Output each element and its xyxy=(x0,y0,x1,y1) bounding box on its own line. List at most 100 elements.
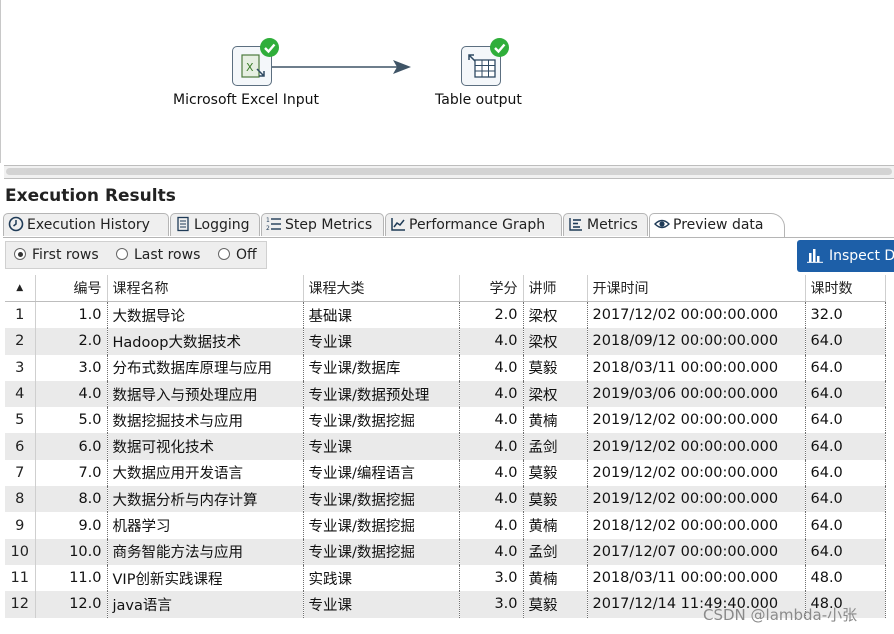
table-cell[interactable]: Hadoop大数据技术 xyxy=(107,328,304,355)
table-cell[interactable]: 2018/12/02 00:00:00.000 xyxy=(587,512,806,539)
column-header[interactable]: 开课时间 xyxy=(587,275,806,302)
table-cell[interactable]: 5.0 xyxy=(35,407,108,434)
table-cell[interactable]: 64.0 xyxy=(805,407,886,434)
column-header[interactable]: 编号 xyxy=(35,275,108,302)
table-cell[interactable]: 莫毅 xyxy=(523,354,588,381)
table-cell[interactable]: 专业课/数据库 xyxy=(303,354,460,381)
table-cell[interactable]: 3.0 xyxy=(459,564,524,592)
row-number[interactable]: 3 xyxy=(5,354,36,381)
column-header[interactable]: 讲师 xyxy=(523,275,588,302)
table-cell[interactable]: 梁权 xyxy=(523,301,588,329)
table-cell[interactable]: 64.0 xyxy=(805,512,886,539)
table-cell[interactable]: 7.0 xyxy=(35,459,108,487)
table-cell[interactable]: 10.0 xyxy=(35,538,108,565)
table-cell[interactable]: 64.0 xyxy=(805,538,886,565)
row-number[interactable]: 4 xyxy=(5,380,36,408)
table-cell[interactable]: 3.0 xyxy=(35,354,108,381)
table-cell[interactable]: 专业课 xyxy=(303,433,460,460)
table-cell[interactable]: 黄楠 xyxy=(523,407,588,434)
table-row[interactable]: 5 5.0 数据挖掘技术与应用 专业课/数据挖掘 4.0 黄楠 2019/12/02 00:… xyxy=(5,407,886,434)
row-number[interactable]: 7 xyxy=(5,459,36,487)
table-cell[interactable]: 2018/03/11 00:00:00.000 xyxy=(587,354,806,381)
column-header[interactable]: 课程大类 xyxy=(303,275,460,302)
table-cell[interactable]: 莫毅 xyxy=(523,591,588,618)
first-rows-radio[interactable]: First rows xyxy=(14,247,99,263)
table-cell[interactable]: 专业课/编程语言 xyxy=(303,459,460,487)
table-cell[interactable]: 2019/12/02 00:00:00.000 xyxy=(587,459,806,487)
table-cell[interactable]: 4.0 xyxy=(459,459,524,487)
column-header[interactable]: 课时数 xyxy=(805,275,886,302)
scrollbar-thumb[interactable] xyxy=(6,168,892,175)
table-cell[interactable]: 4.0 xyxy=(459,538,524,565)
off-radio[interactable]: Off xyxy=(218,247,257,263)
table-cell[interactable]: 64.0 xyxy=(805,354,886,381)
table-cell[interactable]: java语言 xyxy=(107,591,304,618)
table-cell[interactable]: 基础课 xyxy=(303,301,460,329)
column-header[interactable]: 课程名称 xyxy=(107,275,304,302)
table-cell[interactable]: 4.0 xyxy=(459,407,524,434)
table-cell[interactable]: 梁权 xyxy=(523,380,588,408)
row-number[interactable]: 8 xyxy=(5,486,36,513)
row-number[interactable]: 5 xyxy=(5,407,36,434)
table-cell[interactable]: 2018/03/11 00:00:00.000 xyxy=(587,564,806,592)
table-cell[interactable]: 32.0 xyxy=(805,301,886,329)
table-cell[interactable]: 梁权 xyxy=(523,328,588,355)
tab-preview-data[interactable]: Preview data xyxy=(649,213,785,237)
table-row[interactable]: 9 9.0 机器学习 专业课/数据挖掘 4.0 黄楠 2018/12/02 00:00:00… xyxy=(5,512,886,539)
table-row[interactable]: 2 2.0 Hadoop大数据技术 专业课 4.0 梁权 2018/09/12 00:00:… xyxy=(5,328,886,355)
table-cell[interactable]: 2017/12/02 00:00:00.000 xyxy=(587,301,806,329)
table-cell[interactable]: 12.0 xyxy=(35,591,108,618)
canvas-horizontal-scrollbar[interactable] xyxy=(4,165,894,179)
table-cell[interactable]: 4.0 xyxy=(459,380,524,408)
table-row[interactable]: 3 3.0 分布式数据库原理与应用 专业课/数据库 4.0 莫毅 2018/03/11 00… xyxy=(5,354,886,381)
last-rows-radio[interactable]: Last rows xyxy=(116,247,200,263)
column-header[interactable]: 学分 xyxy=(459,275,524,302)
sort-ascending-icon[interactable]: ▲ xyxy=(5,275,36,302)
table-cell[interactable]: 11.0 xyxy=(35,564,108,592)
table-cell[interactable]: 机器学习 xyxy=(107,512,304,539)
row-number[interactable]: 6 xyxy=(5,433,36,460)
table-cell[interactable]: 2018/09/12 00:00:00.000 xyxy=(587,328,806,355)
tab-performance-graph[interactable]: Performance Graph xyxy=(385,213,562,236)
table-cell[interactable]: 3.0 xyxy=(459,591,524,618)
table-cell[interactable]: 48.0 xyxy=(805,564,886,592)
row-number[interactable]: 1 xyxy=(5,301,36,329)
tab-execution-history[interactable]: Execution History xyxy=(3,213,169,236)
tab-step-metrics[interactable]: 1 2 Step Metrics xyxy=(261,213,384,236)
table-cell[interactable]: 64.0 xyxy=(805,380,886,408)
table-cell[interactable]: 2019/12/02 00:00:00.000 xyxy=(587,433,806,460)
table-cell[interactable]: 4.0 xyxy=(35,380,108,408)
table-cell[interactable]: 黄楠 xyxy=(523,564,588,592)
table-cell[interactable]: 孟剑 xyxy=(523,433,588,460)
inspect-data-button[interactable]: Inspect D xyxy=(797,240,894,272)
table-cell[interactable]: 1.0 xyxy=(35,301,108,329)
tab-metrics[interactable]: Metrics xyxy=(563,213,648,236)
table-cell[interactable]: 专业课 xyxy=(303,591,460,618)
table-cell[interactable]: 2019/03/06 00:00:00.000 xyxy=(587,380,806,408)
table-cell[interactable]: 实践课 xyxy=(303,564,460,592)
table-cell[interactable]: 莫毅 xyxy=(523,459,588,487)
tab-logging[interactable]: Logging xyxy=(170,213,260,236)
table-cell[interactable]: 8.0 xyxy=(35,486,108,513)
row-number[interactable]: 9 xyxy=(5,512,36,539)
table-cell[interactable]: 64.0 xyxy=(805,486,886,513)
row-number[interactable]: 10 xyxy=(5,538,36,565)
table-cell[interactable]: 分布式数据库原理与应用 xyxy=(107,354,304,381)
table-cell[interactable]: 2.0 xyxy=(35,328,108,355)
table-row[interactable]: 1 1.0 大数据导论 基础课 2.0 梁权 2017/12/02 00:00:00.000… xyxy=(5,301,886,329)
table-cell[interactable]: 大数据应用开发语言 xyxy=(107,459,304,487)
row-number[interactable]: 12 xyxy=(5,591,36,618)
table-cell[interactable]: 大数据分析与内存计算 xyxy=(107,486,304,513)
row-number[interactable]: 2 xyxy=(5,328,36,355)
table-cell[interactable]: 专业课/数据挖掘 xyxy=(303,512,460,539)
row-number[interactable]: 11 xyxy=(5,564,36,592)
transformation-canvas[interactable]: X Microsoft Excel Input Table output xyxy=(0,0,894,163)
table-cell[interactable]: 2019/12/02 00:00:00.000 xyxy=(587,407,806,434)
table-cell[interactable]: 专业课/数据预处理 xyxy=(303,380,460,408)
table-cell[interactable]: VIP创新实践课程 xyxy=(107,564,304,592)
table-cell[interactable]: 4.0 xyxy=(459,328,524,355)
table-cell[interactable]: 4.0 xyxy=(459,354,524,381)
table-cell[interactable]: 4.0 xyxy=(459,433,524,460)
table-cell[interactable]: 专业课/数据挖掘 xyxy=(303,407,460,434)
table-cell[interactable]: 专业课/数据挖掘 xyxy=(303,538,460,565)
